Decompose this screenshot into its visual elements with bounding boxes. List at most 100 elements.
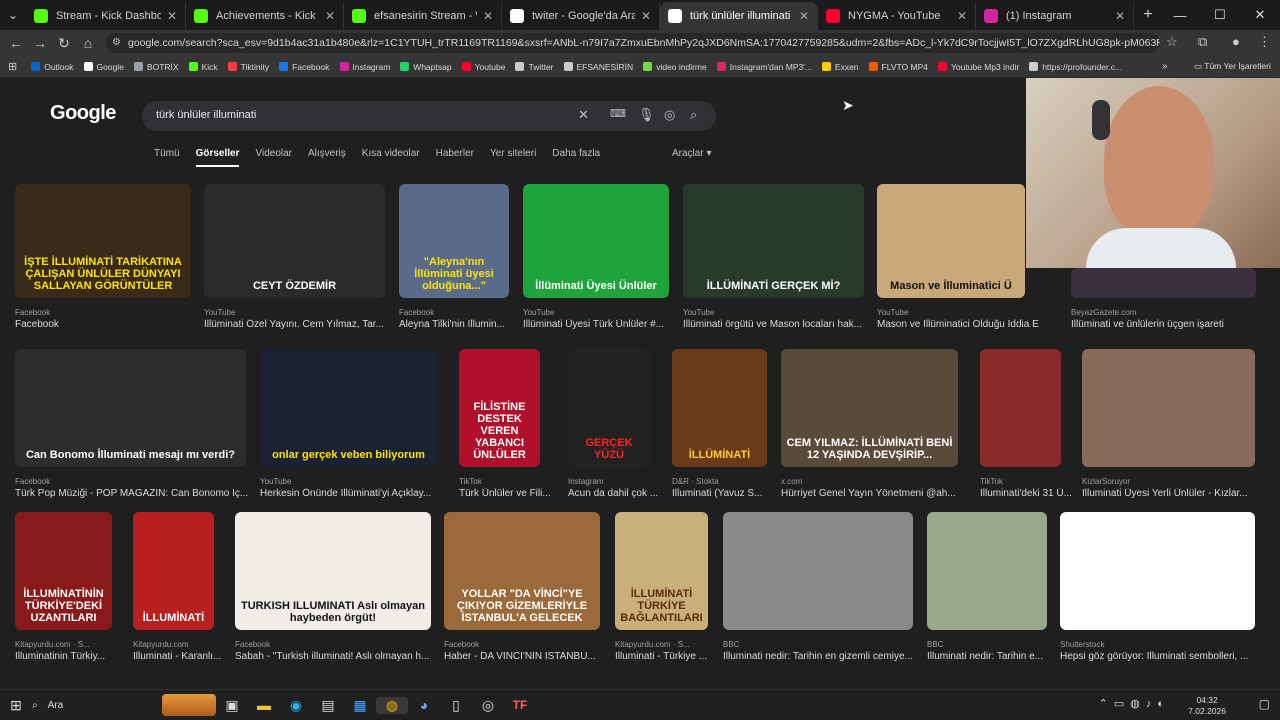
result-image[interactable]: Mason ve İlluminatici Ü [877, 184, 1025, 298]
filter-tab[interactable]: Tümü [154, 148, 180, 167]
result-image[interactable]: İLLÜMİNATİ GERÇEK Mİ? [683, 184, 864, 298]
google-logo[interactable]: Google [50, 102, 116, 125]
filter-tab[interactable]: Videolar [255, 148, 292, 167]
result-source[interactable]: x.com [781, 477, 802, 486]
result-source[interactable]: Instagram [568, 477, 604, 486]
bookmark-item[interactable]: Facebook [279, 62, 330, 72]
result-image[interactable]: İllüminati Üyesi Ünlüler [523, 184, 669, 298]
tf-icon[interactable]: TF [504, 698, 536, 712]
bookmark-item[interactable]: Tiktinity [227, 62, 269, 72]
result-image[interactable] [1071, 268, 1256, 298]
result-source[interactable]: YouTube [683, 308, 714, 317]
app-icon[interactable]: ▤ [312, 697, 344, 714]
filter-tab[interactable]: Daha fazla [552, 148, 600, 167]
result-image[interactable]: CEYT ÖZDEMİR [204, 184, 385, 298]
profile-icon[interactable]: ● [1232, 34, 1240, 49]
result-image[interactable]: "Aleyna'nın İllüminati üyesi olduğuna...… [399, 184, 509, 298]
result-image[interactable]: Can Bonomo İlluminati mesajı mı verdi? [15, 349, 246, 467]
result-title[interactable]: İllüminati Özel Yayını. Cem Yılmaz, Tar.… [204, 319, 384, 330]
result-image[interactable]: GERÇEK YÜZÜ [568, 349, 650, 467]
tab-5[interactable]: türk ünlüler illuminati - Google ✕ [660, 2, 818, 30]
bookmark-item[interactable]: Twitter [515, 62, 554, 72]
bookmark-item[interactable]: BOTRİX [133, 62, 179, 72]
result-image[interactable]: İLLÜMİNATİ [672, 349, 767, 467]
result-title[interactable]: Haber - DA VİNCİ'NİN İSTANBU... [444, 651, 596, 662]
filter-tab[interactable]: Görseller [195, 148, 240, 167]
result-source[interactable]: Shutterstock [1060, 640, 1104, 649]
result-title[interactable]: Türk Pop Müziği - POP MAGAZİN: Can Bonom… [15, 488, 248, 499]
result-title[interactable]: Facebook [15, 319, 59, 330]
edge-icon[interactable]: ◉ [280, 697, 312, 714]
result-title[interactable]: İllüminati ve ünlülerin üçgen işareti [1071, 319, 1224, 330]
result-image[interactable] [980, 349, 1061, 467]
result-title[interactable]: İlluminati - Türkiye ... [615, 651, 707, 662]
search-input[interactable]: türk ünlüler illuminati [156, 109, 256, 121]
bookmark-item[interactable]: Whaptsap [400, 62, 452, 72]
task-view-icon[interactable]: ▣ [216, 697, 248, 714]
result-title[interactable]: Aleyna Tilki'nin İllumin... [399, 319, 505, 330]
result-source[interactable]: Kitapyurdu.com · S... [15, 640, 90, 649]
result-image[interactable] [927, 512, 1047, 630]
result-title[interactable]: İllüminati Üyesi Türk Ünlüler #... [523, 319, 664, 330]
site-info-icon[interactable]: ⚙ [112, 33, 121, 53]
lens-icon[interactable]: ◎ [664, 107, 675, 123]
bookmark-star-icon[interactable]: ☆ [1166, 34, 1178, 50]
forward-icon[interactable]: → [28, 35, 52, 51]
result-image[interactable]: FİLİSTİNE DESTEK VEREN YABANCI ÜNLÜLER [459, 349, 540, 467]
bookmark-item[interactable]: Kick [188, 62, 218, 72]
result-source[interactable]: BBC [927, 640, 943, 649]
result-title[interactable]: Hepsi göz görüyor: İlluminati sembolleri… [1060, 651, 1248, 662]
tab-2[interactable]: Achievements - Kick Dashboard ✕ [186, 2, 344, 30]
result-image[interactable] [1082, 349, 1255, 467]
tab-close-icon[interactable]: ✕ [957, 9, 967, 23]
result-source[interactable]: Facebook [235, 640, 270, 649]
result-image[interactable]: TURKISH ILLUMINATI Aslı olmayan haybeden… [235, 512, 431, 630]
close-icon[interactable]: ✕ [1240, 7, 1280, 23]
tab-1[interactable]: Stream - Kick Dashboard ✕ [26, 2, 186, 30]
result-source[interactable]: Facebook [399, 308, 434, 317]
result-source[interactable]: TikTok [459, 477, 482, 486]
result-title[interactable]: İlluminati nedir: Tarihin e... [927, 651, 1043, 662]
more-bookmarks-icon[interactable]: » [1162, 61, 1168, 72]
notification-icon[interactable]: ▢ [1259, 697, 1270, 711]
maximize-icon[interactable]: ☐ [1200, 7, 1240, 23]
tab-search-icon[interactable]: ⌄ [0, 8, 26, 22]
tab-close-icon[interactable]: ✕ [325, 9, 335, 23]
result-image[interactable]: YOLLAR "DA VİNCİ"YE ÇIKIYOR GİZEMLERİYLE… [444, 512, 600, 630]
result-image[interactable]: İLLUMİNATİ TÜRKİYE BAĞLANTILARI [615, 512, 708, 630]
bookmark-item[interactable]: EFSANESİRİN [563, 62, 633, 72]
notes-icon[interactable]: ▯ [440, 697, 472, 714]
bookmark-item[interactable]: Instagram [339, 62, 390, 72]
bookmark-item[interactable]: Google [83, 62, 124, 72]
result-image[interactable]: İLLUMİNATİ [133, 512, 214, 630]
tab-close-icon[interactable]: ✕ [1115, 9, 1125, 23]
result-source[interactable]: BBC [723, 640, 739, 649]
result-title[interactable]: Sabah - "Turkish illuminati! Aslı olmaya… [235, 651, 429, 662]
bookmark-item[interactable]: FLVTO MP4 [868, 62, 928, 72]
search-box[interactable]: türk ünlüler illuminati ✕ ⌨ 🎙︎ ◎ ⌕ [142, 101, 716, 131]
home-icon[interactable]: ⌂ [76, 35, 100, 51]
result-source[interactable]: YouTube [523, 308, 554, 317]
result-source[interactable]: D&R · Stokta [672, 477, 719, 486]
tab-4[interactable]: twiter - Google'da Ara ✕ [502, 2, 660, 30]
result-title[interactable]: Acun da dahil çok ... [568, 488, 658, 499]
tab-close-icon[interactable]: ✕ [641, 9, 651, 23]
mic-icon[interactable]: 🎙︎ [638, 107, 655, 123]
start-icon[interactable]: ⊞ [0, 697, 32, 714]
tab-6[interactable]: NYGMA - YouTube ✕ [818, 2, 976, 30]
result-source[interactable]: YouTube [204, 308, 235, 317]
result-source[interactable]: Facebook [15, 308, 50, 317]
result-source[interactable]: YouTube [877, 308, 908, 317]
minimize-icon[interactable]: — [1160, 8, 1200, 23]
bookmark-item[interactable]: Instagram'dan MP3'... [716, 62, 812, 72]
result-title[interactable]: İlluminatinin Türkiy... [15, 651, 105, 662]
result-source[interactable]: Kitapyurdu.com · S... [615, 640, 690, 649]
result-image[interactable]: İŞTE İLLUMİNATİ TARİKATINA ÇALIŞAN ÜNLÜL… [15, 184, 191, 298]
browser-icon[interactable]: ◕ [408, 697, 440, 713]
bookmark-item[interactable]: video indirme [643, 62, 707, 72]
tools-button[interactable]: Araçlar ▾ [672, 148, 712, 159]
result-title[interactable]: Türk Ünlüler ve Fili... [459, 488, 551, 499]
result-title[interactable]: İlluminati - Karanlı... [133, 651, 221, 662]
tray-icons[interactable]: ⌃▭◍♪◐ [1099, 697, 1170, 710]
menu-icon[interactable]: ⋮ [1258, 34, 1271, 50]
